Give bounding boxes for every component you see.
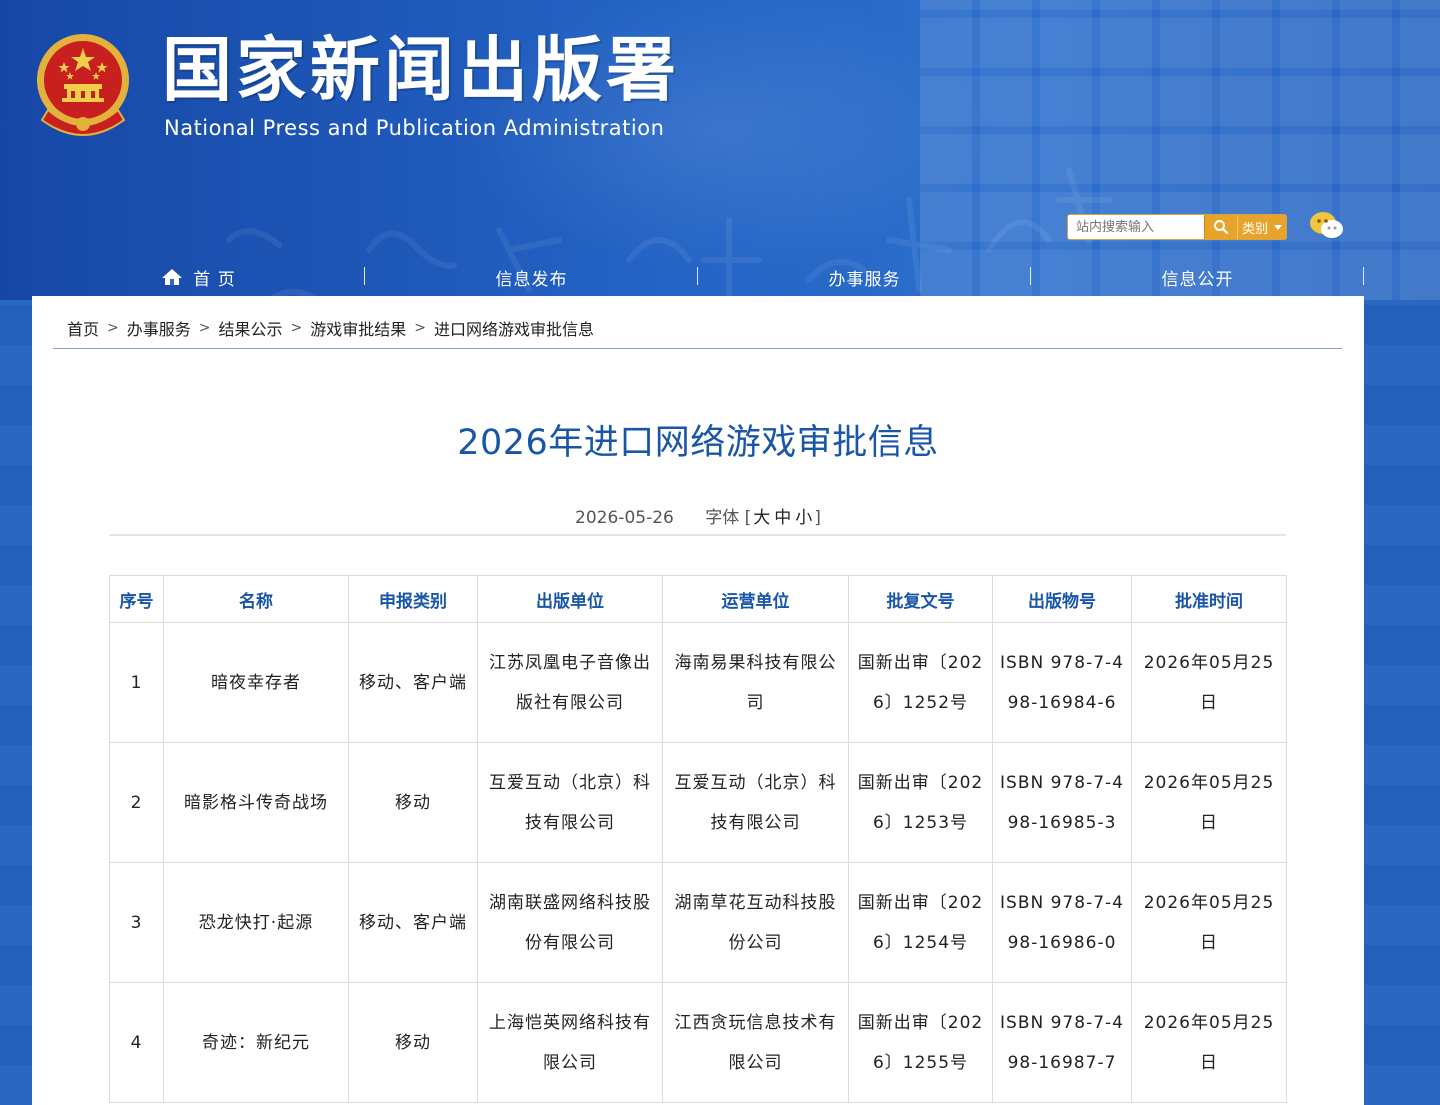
cell-operator: 江西贪玩信息技术有限公司 [662,982,849,1103]
breadcrumb-separator: > [198,320,211,336]
nav-label-info-release: 信息发布 [495,269,568,290]
cell-publisher: 互爱互动（北京）科技有限公司 [477,742,663,863]
cell-name: 奇迹：新纪元 [163,982,349,1103]
cell-publisher: 上海恺英网络科技有限公司 [477,982,663,1103]
main-navigation: 首 页 信息发布 办事服务 信息公开 [32,258,1364,296]
column-header-name: 名称 [163,575,349,623]
cell-name: 暗影格斗传奇战场 [163,742,349,863]
table-row: 2 暗影格斗传奇战场 移动 互爱互动（北京）科技有限公司 互爱互动（北京）科技有… [109,742,1287,863]
national-emblem-logo [34,32,132,138]
cell-name: 暗夜幸存者 [163,622,349,743]
cell-index: 2 [109,742,164,863]
search-icon [1214,220,1229,235]
cell-publisher: 湖南联盛网络科技股份有限公司 [477,862,663,983]
breadcrumb-separator: > [414,320,426,336]
breadcrumb-home[interactable]: 首页 [67,316,99,340]
publish-date: 2026-05-26 [575,508,674,528]
right-side-pattern [1364,300,1440,1105]
cell-operator: 湖南草花互动科技股份公司 [662,862,849,983]
nav-item-info-disclosure[interactable]: 信息公开 [1031,258,1364,296]
header-banner: 国家新闻出版署 National Press and Publication A… [0,0,1440,300]
cell-approval-date: 2026年05月25日 [1131,622,1287,743]
cell-approval-no: 国新出审〔2026〕1255号 [848,982,993,1103]
breadcrumb-current[interactable]: 进口网络游戏审批信息 [434,316,594,340]
table-header-row: 序号 名称 申报类别 出版单位 运营单位 批复文号 出版物号 批准时间 [109,575,1287,623]
column-header-approval-date: 批准时间 [1131,575,1287,623]
nav-item-home[interactable]: 首 页 [32,258,365,296]
content-panel: 首页 > 办事服务 > 结果公示 > 游戏审批结果 > 进口网络游戏审批信息 2… [32,296,1364,1105]
category-label: 类别 [1241,221,1268,237]
column-header-isbn: 出版物号 [992,575,1132,623]
font-size-switcher: 字体 [大中小] [705,508,821,528]
org-name-chinese: 国家新闻出版署 [162,28,680,111]
column-header-index: 序号 [109,575,164,623]
cell-index: 3 [109,862,164,983]
font-size-large[interactable]: 大 [751,508,772,528]
site-search: 类别 [1067,214,1287,240]
nav-item-services[interactable]: 办事服务 [698,258,1031,296]
table-row: 1 暗夜幸存者 移动、客户端 江苏凤凰电子音像出版社有限公司 海南易果科技有限公… [109,622,1287,743]
wechat-icon[interactable] [1308,210,1346,242]
nav-label-services: 办事服务 [828,269,901,290]
nav-label-info-disclosure: 信息公开 [1161,269,1234,290]
cell-category: 移动、客户端 [348,622,478,743]
table-row: 4 奇迹：新纪元 移动 上海恺英网络科技有限公司 江西贪玩信息技术有限公司 国新… [109,982,1287,1103]
breadcrumb-divider [53,348,1342,349]
cell-isbn: ISBN 978-7-498-16985-3 [992,742,1132,863]
breadcrumb-results[interactable]: 结果公示 [219,316,283,340]
article-meta: 2026-05-26 字体 [大中小] [32,503,1364,528]
cell-isbn: ISBN 978-7-498-16987-7 [992,982,1132,1103]
cell-category: 移动 [348,982,478,1103]
font-size-small[interactable]: 小 [793,508,814,528]
search-input[interactable] [1068,215,1204,239]
breadcrumb: 首页 > 办事服务 > 结果公示 > 游戏审批结果 > 进口网络游戏审批信息 [67,316,594,340]
meta-divider [109,534,1286,536]
cell-approval-no: 国新出审〔2026〕1252号 [848,622,993,743]
left-side-pattern [0,300,32,1105]
breadcrumb-separator: > [290,320,303,336]
nav-label-home: 首 页 [193,269,236,290]
nav-item-info-release[interactable]: 信息发布 [365,258,698,296]
cell-approval-date: 2026年05月25日 [1131,982,1287,1103]
cell-publisher: 江苏凤凰电子音像出版社有限公司 [477,622,663,743]
cell-approval-no: 国新出审〔2026〕1254号 [848,862,993,983]
cell-isbn: ISBN 978-7-498-16984-6 [992,622,1132,743]
cell-name: 恐龙快打·起源 [163,862,349,983]
breadcrumb-game-approval[interactable]: 游戏审批结果 [310,316,406,340]
search-button[interactable] [1204,215,1237,239]
cell-operator: 互爱互动（北京）科技有限公司 [662,742,849,863]
cell-category: 移动 [348,742,478,863]
cell-operator: 海南易果科技有限公司 [662,622,849,743]
cell-approval-date: 2026年05月25日 [1131,862,1287,983]
cell-approval-date: 2026年05月25日 [1131,742,1287,863]
column-header-approval-no: 批复文号 [848,575,993,623]
org-name-english: National Press and Publication Administr… [164,116,665,140]
font-size-label: 字体 [ [705,508,752,528]
banner-background-pattern [920,0,1440,300]
breadcrumb-separator: > [107,320,119,336]
font-size-medium[interactable]: 中 [772,508,793,528]
column-header-operator: 运营单位 [662,575,849,623]
chevron-down-icon [1274,224,1282,230]
font-size-bracket: ] [814,508,821,528]
home-icon [162,269,183,285]
column-header-category: 申报类别 [348,575,478,623]
page-title: 2026年进口网络游戏审批信息 [457,423,939,463]
column-header-publisher: 出版单位 [477,575,663,623]
table-row: 3 恐龙快打·起源 移动、客户端 湖南联盛网络科技股份有限公司 湖南草花互动科技… [109,862,1287,983]
cell-approval-no: 国新出审〔2026〕1253号 [848,742,993,863]
cell-category: 移动、客户端 [348,862,478,983]
cell-index: 4 [109,982,164,1103]
cell-index: 1 [109,622,164,743]
category-dropdown[interactable]: 类别 [1237,215,1286,239]
cell-isbn: ISBN 978-7-498-16986-0 [992,862,1132,983]
breadcrumb-services[interactable]: 办事服务 [127,316,191,340]
approval-table: 序号 名称 申报类别 出版单位 运营单位 批复文号 出版物号 批准时间 1 暗夜… [109,575,1287,1103]
